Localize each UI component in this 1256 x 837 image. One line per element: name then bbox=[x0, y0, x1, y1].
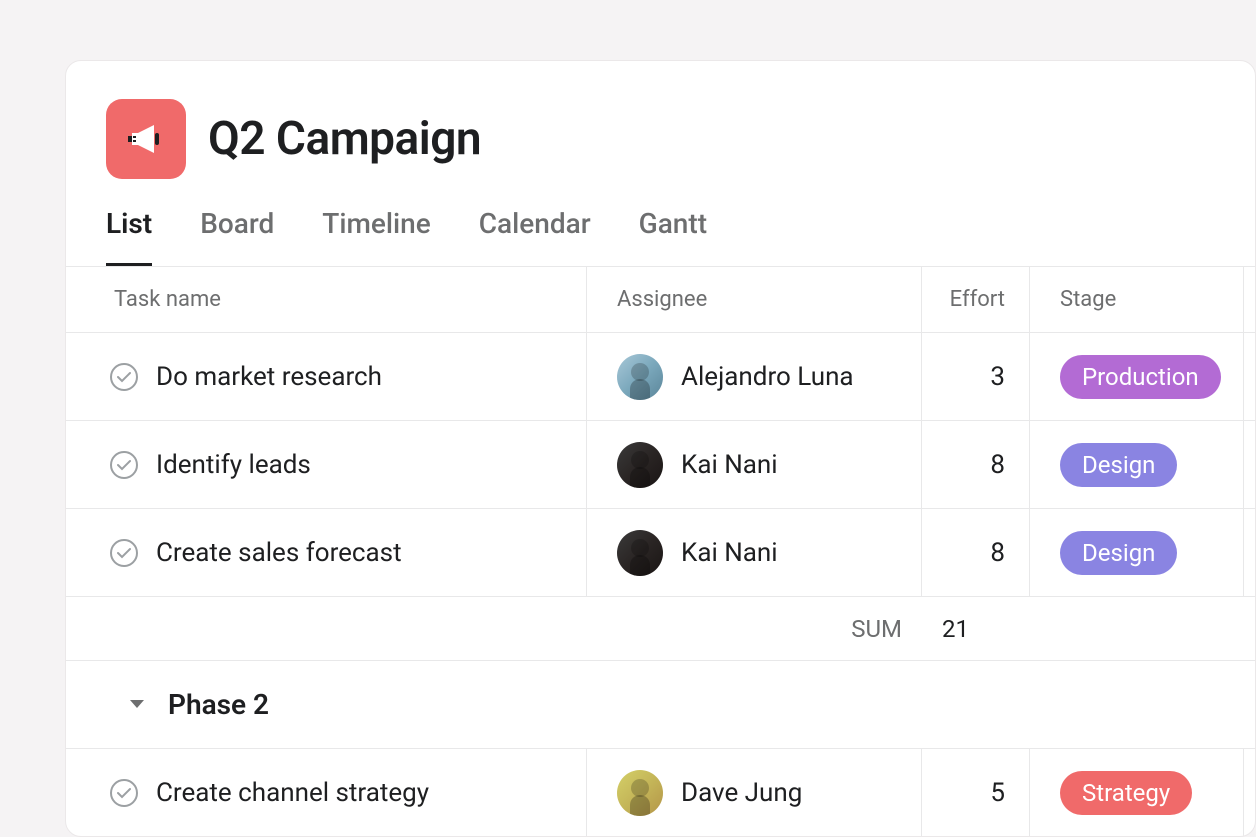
task-name: Create sales forecast bbox=[156, 538, 402, 568]
complete-toggle[interactable] bbox=[110, 779, 138, 807]
stage-pill[interactable]: Design bbox=[1060, 443, 1177, 487]
assignee-name: Dave Jung bbox=[681, 778, 802, 808]
project-title: Q2 Campaign bbox=[208, 112, 481, 166]
task-row[interactable]: Do market research Alejandro Luna 3 Prod… bbox=[66, 333, 1255, 421]
assignee-name: Kai Nani bbox=[681, 450, 778, 480]
section-title: Phase 2 bbox=[168, 688, 269, 721]
table-header-row: Task name Assignee Effort Stage bbox=[66, 267, 1255, 333]
col-header-effort[interactable]: Effort bbox=[922, 267, 1030, 332]
project-header: Q2 Campaign bbox=[66, 61, 1255, 207]
section-header[interactable]: Phase 2 bbox=[66, 661, 1255, 749]
assignee-name: Kai Nani bbox=[681, 538, 778, 568]
effort-value[interactable]: 8 bbox=[922, 421, 1030, 508]
check-icon bbox=[117, 459, 131, 471]
col-header-task[interactable]: Task name bbox=[66, 267, 587, 332]
task-row[interactable]: Identify leads Kai Nani 8 Design bbox=[66, 421, 1255, 509]
project-window: Q2 Campaign List Board Timeline Calendar… bbox=[65, 60, 1256, 837]
tab-gantt[interactable]: Gantt bbox=[639, 207, 707, 252]
stage-pill[interactable]: Design bbox=[1060, 531, 1177, 575]
complete-toggle[interactable] bbox=[110, 363, 138, 391]
check-icon bbox=[117, 371, 131, 383]
sum-value: 21 bbox=[922, 597, 1030, 660]
check-icon bbox=[117, 787, 131, 799]
tab-timeline[interactable]: Timeline bbox=[322, 207, 430, 252]
assignee-name: Alejandro Luna bbox=[681, 362, 854, 392]
task-row[interactable]: Create channel strategy Dave Jung 5 Stra… bbox=[66, 749, 1255, 837]
task-name: Do market research bbox=[156, 362, 382, 392]
avatar[interactable] bbox=[617, 354, 663, 400]
tab-board[interactable]: Board bbox=[200, 207, 274, 252]
complete-toggle[interactable] bbox=[110, 451, 138, 479]
complete-toggle[interactable] bbox=[110, 539, 138, 567]
task-row[interactable]: Create sales forecast Kai Nani 8 Design bbox=[66, 509, 1255, 597]
effort-value[interactable]: 3 bbox=[922, 333, 1030, 420]
avatar[interactable] bbox=[617, 442, 663, 488]
col-header-stage[interactable]: Stage bbox=[1030, 267, 1244, 332]
sum-row: SUM 21 bbox=[66, 597, 1255, 661]
view-tabs: List Board Timeline Calendar Gantt bbox=[66, 207, 1255, 267]
megaphone-icon bbox=[124, 117, 168, 161]
task-name: Identify leads bbox=[156, 450, 311, 480]
project-icon[interactable] bbox=[106, 99, 186, 179]
avatar[interactable] bbox=[617, 530, 663, 576]
sum-label: SUM bbox=[587, 597, 922, 660]
tab-calendar[interactable]: Calendar bbox=[479, 207, 591, 252]
tab-list[interactable]: List bbox=[106, 207, 152, 252]
stage-pill[interactable]: Production bbox=[1060, 355, 1221, 399]
task-name: Create channel strategy bbox=[156, 778, 429, 808]
caret-down-icon[interactable] bbox=[128, 695, 146, 714]
avatar[interactable] bbox=[617, 770, 663, 816]
effort-value[interactable]: 8 bbox=[922, 509, 1030, 596]
check-icon bbox=[117, 547, 131, 559]
effort-value[interactable]: 5 bbox=[922, 749, 1030, 836]
col-header-assignee[interactable]: Assignee bbox=[587, 267, 922, 332]
stage-pill[interactable]: Strategy bbox=[1060, 771, 1192, 815]
